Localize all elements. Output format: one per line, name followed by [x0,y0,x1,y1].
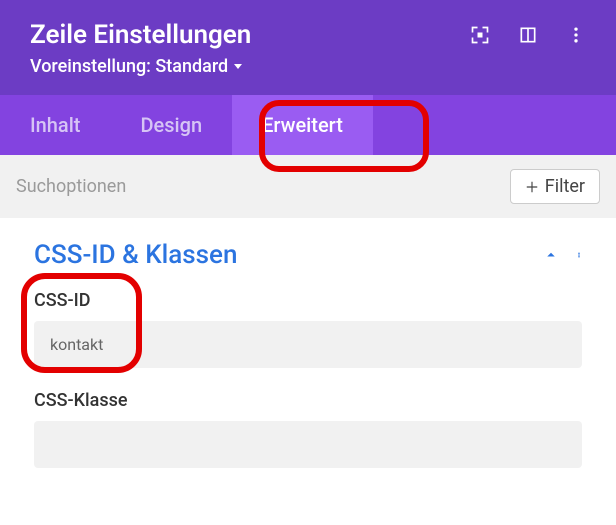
filter-button[interactable]: Filter [510,169,600,204]
plus-icon [525,180,539,194]
focus-icon[interactable] [470,25,490,45]
tab-inhalt[interactable]: Inhalt [0,95,110,155]
header-action-icons [470,25,586,45]
css-class-input[interactable] [34,421,582,468]
tabs-bar: Inhalt Design Erweitert [0,95,616,155]
more-vertical-icon[interactable] [576,245,582,265]
split-view-icon[interactable] [518,25,538,45]
preset-dropdown[interactable]: Voreinstellung: Standard [30,56,586,77]
search-bar: Suchoptionen Filter [0,155,616,218]
section-controls [542,245,582,265]
filter-button-label: Filter [545,176,585,197]
caret-down-icon [234,64,242,69]
modal-title: Zeile Einstellungen [30,20,251,50]
css-id-label: CSS-ID [34,290,582,311]
field-css-class: CSS-Klasse [34,390,582,468]
section-header: CSS-ID & Klassen [34,240,582,270]
modal-header: Zeile Einstellungen Voreinstellung: Stan… [0,0,616,95]
more-vertical-icon[interactable] [566,25,586,45]
preset-label: Voreinstellung: Standard [30,56,228,77]
tab-design[interactable]: Design [110,95,232,155]
css-class-label: CSS-Klasse [34,390,582,411]
section-title[interactable]: CSS-ID & Klassen [34,240,237,270]
search-input-placeholder[interactable]: Suchoptionen [16,176,126,197]
tab-erweitert[interactable]: Erweitert [232,95,373,155]
header-top-row: Zeile Einstellungen [30,20,586,50]
content-area: CSS-ID & Klassen CSS-ID CSS-Klasse [0,218,616,512]
css-id-input[interactable] [34,321,582,368]
field-css-id: CSS-ID [34,290,582,368]
chevron-up-icon[interactable] [542,246,560,264]
